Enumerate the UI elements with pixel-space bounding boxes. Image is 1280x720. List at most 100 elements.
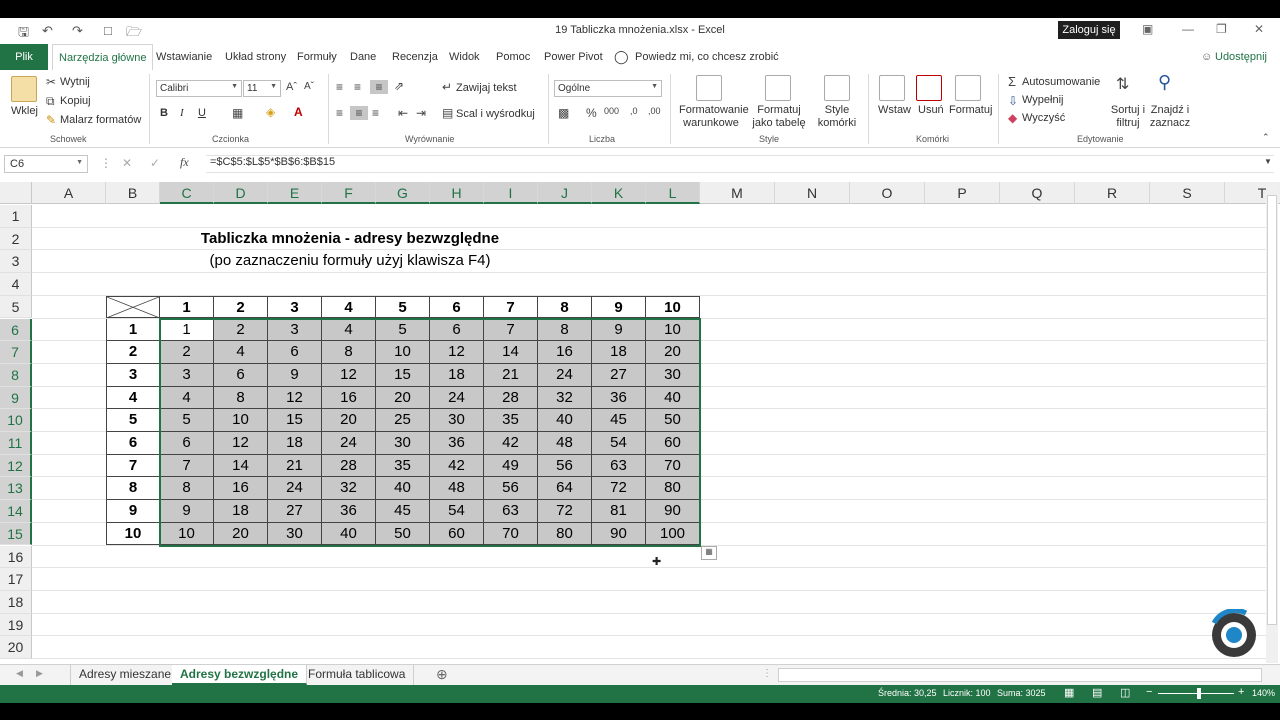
table-cell[interactable]: 5: [160, 409, 214, 432]
share-button[interactable]: Udostępnij: [1215, 51, 1267, 63]
header-col-cell[interactable]: 5: [106, 409, 160, 432]
tab-home[interactable]: Narzędzia główne: [52, 44, 154, 70]
header-row-cell[interactable]: 8: [538, 295, 592, 319]
shrink-font-icon[interactable]: Aˇ: [304, 81, 314, 92]
table-cell[interactable]: 12: [322, 363, 376, 387]
add-sheet-icon[interactable]: ⊕: [436, 666, 448, 683]
table-cell[interactable]: 20: [646, 341, 700, 364]
wrap-text-button[interactable]: Zawijaj tekst: [456, 82, 517, 94]
tell-me-search[interactable]: Powiedz mi, co chcesz zrobić: [635, 51, 779, 63]
table-cell[interactable]: 24: [430, 386, 484, 410]
name-box[interactable]: C6 ▼: [4, 155, 88, 173]
table-cell[interactable]: 8: [160, 477, 214, 501]
grow-font-icon[interactable]: Aˆ: [286, 81, 297, 93]
row-header-9[interactable]: 9: [0, 386, 32, 410]
table-cell[interactable]: 2: [214, 318, 268, 342]
row-header-6[interactable]: 6: [0, 318, 32, 342]
header-col-cell[interactable]: 9: [106, 500, 160, 523]
header-row-cell[interactable]: 3: [268, 295, 322, 319]
header-row-cell[interactable]: 10: [646, 295, 700, 319]
accounting-icon[interactable]: ▩: [558, 106, 569, 120]
tab-formulas[interactable]: Formuły: [297, 51, 337, 63]
table-cell[interactable]: 2: [160, 341, 214, 364]
header-col-cell[interactable]: 7: [106, 454, 160, 478]
minimize-icon[interactable]: —: [1182, 22, 1194, 36]
number-format-combo[interactable]: Ogólne ▼: [554, 80, 662, 97]
table-cell[interactable]: 18: [268, 432, 322, 455]
column-header-h[interactable]: H: [430, 182, 484, 204]
sort-filter-button[interactable]: Sortuj i filtruj: [1110, 104, 1146, 130]
table-cell[interactable]: 4: [160, 386, 214, 410]
align-middle-icon[interactable]: ≡: [354, 80, 361, 94]
row-header-18[interactable]: 18: [0, 590, 32, 614]
zoom-level[interactable]: 140%: [1252, 688, 1275, 698]
table-cell[interactable]: 60: [430, 522, 484, 546]
table-cell[interactable]: 80: [646, 477, 700, 501]
table-cell[interactable]: 54: [430, 500, 484, 523]
tab-file[interactable]: Plik: [0, 44, 48, 70]
zoom-slider-thumb[interactable]: [1197, 688, 1201, 699]
column-header-m[interactable]: M: [700, 182, 775, 204]
header-col-cell[interactable]: 8: [106, 477, 160, 501]
quick-analysis-icon[interactable]: ▦: [701, 546, 717, 560]
horizontal-scrollbar[interactable]: [778, 668, 1262, 682]
delete-cells-button[interactable]: Usuń: [918, 104, 944, 116]
table-cell[interactable]: 54: [592, 432, 646, 455]
table-cell[interactable]: 15: [268, 409, 322, 432]
tab-view[interactable]: Widok: [449, 51, 480, 63]
table-cell[interactable]: 6: [160, 432, 214, 455]
sign-in-button[interactable]: Zaloguj się: [1058, 21, 1120, 39]
table-cell[interactable]: 7: [160, 454, 214, 478]
table-cell[interactable]: 4: [322, 318, 376, 342]
table-cell[interactable]: 10: [160, 522, 214, 546]
table-cell[interactable]: 6: [268, 341, 322, 364]
paste-icon[interactable]: [11, 76, 37, 102]
table-cell[interactable]: 18: [592, 341, 646, 364]
table-cell[interactable]: 45: [592, 409, 646, 432]
header-row-cell[interactable]: 1: [160, 295, 214, 319]
table-cell[interactable]: 56: [484, 477, 538, 501]
row-header-15[interactable]: 15: [0, 522, 32, 546]
tab-help[interactable]: Pomoc: [496, 51, 530, 63]
table-cell[interactable]: 7: [484, 318, 538, 342]
sheet-tab-array[interactable]: Formuła tablicowa: [300, 665, 415, 685]
conditional-formatting-button[interactable]: Formatowanie warunkowe: [679, 104, 749, 130]
table-cell[interactable]: 48: [538, 432, 592, 455]
font-name-combo[interactable]: Calibri ▼: [156, 80, 242, 97]
table-cell[interactable]: 16: [322, 386, 376, 410]
decrease-indent-icon[interactable]: ⇤: [398, 106, 408, 120]
table-cell[interactable]: 28: [322, 454, 376, 478]
cell-styles-button[interactable]: Style komórki: [814, 104, 860, 130]
table-cell[interactable]: 72: [538, 500, 592, 523]
collapse-ribbon-icon[interactable]: ⌃: [1262, 132, 1270, 143]
column-header-i[interactable]: I: [484, 182, 538, 204]
header-row-cell[interactable]: 2: [214, 295, 268, 319]
increase-indent-icon[interactable]: ⇥: [416, 106, 426, 120]
table-cell[interactable]: 4: [214, 341, 268, 364]
table-cell[interactable]: 5: [376, 318, 430, 342]
row-header-2[interactable]: 2: [0, 227, 32, 251]
table-cell[interactable]: 15: [376, 363, 430, 387]
header-col-cell[interactable]: 4: [106, 386, 160, 410]
table-cell[interactable]: 3: [268, 318, 322, 342]
table-cell[interactable]: 81: [592, 500, 646, 523]
table-cell[interactable]: 49: [484, 454, 538, 478]
table-cell[interactable]: 8: [214, 386, 268, 410]
table-cell[interactable]: 24: [268, 477, 322, 501]
table-cell[interactable]: 36: [322, 500, 376, 523]
table-cell[interactable]: 14: [484, 341, 538, 364]
column-header-p[interactable]: P: [925, 182, 1000, 204]
table-cell[interactable]: 1: [160, 318, 214, 342]
tab-review[interactable]: Recenzja: [392, 51, 438, 63]
table-cell[interactable]: 30: [430, 409, 484, 432]
enter-icon[interactable]: ✓: [150, 156, 160, 170]
header-row-cell[interactable]: 5: [376, 295, 430, 319]
expand-formula-icon[interactable]: ▼: [1264, 157, 1272, 166]
table-cell[interactable]: 28: [484, 386, 538, 410]
table-cell[interactable]: 60: [646, 432, 700, 455]
table-cell[interactable]: 27: [268, 500, 322, 523]
comma-style-icon[interactable]: 000: [604, 106, 619, 116]
row-header-17[interactable]: 17: [0, 568, 32, 591]
table-cell[interactable]: 24: [538, 363, 592, 387]
table-cell[interactable]: 27: [592, 363, 646, 387]
